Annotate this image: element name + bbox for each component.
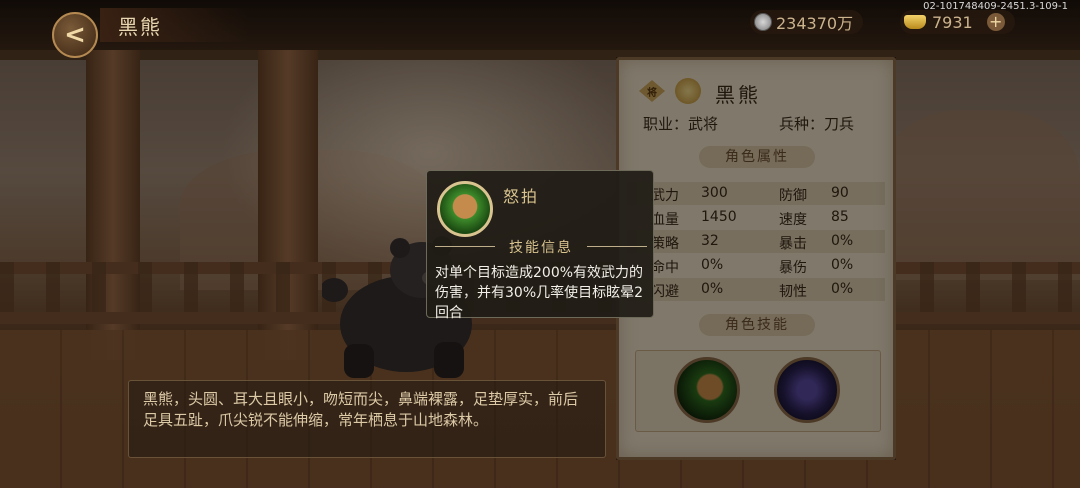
rank-badge-icon: 将 [639, 80, 665, 102]
page-title: 黑熊 [118, 15, 162, 39]
stat-row: 策略 32 暴击 0% [627, 230, 885, 253]
stat-value: 0% [831, 281, 854, 297]
description-text: 黑熊，头圆、耳大且眼小，吻短而尖，鼻端裸露，足垫厚实，前后足具五趾，爪尖锐不能伸… [143, 390, 579, 429]
stat-label: 防御 [779, 188, 807, 204]
gold-amount: 7931 [932, 12, 973, 32]
build-id: 02-101748409-2451.3-109-1 [923, 1, 1068, 12]
stat-label: 暴伤 [779, 260, 807, 276]
skills-frame [635, 350, 881, 432]
silver-amount: 234370万 [776, 14, 854, 33]
character-info-panel: 将 黑熊 职业：武将 兵种：刀兵 角色属性 武力 300 防御 90 血量 14… [616, 57, 896, 460]
stat-label: 武力 [651, 188, 679, 204]
stat-value: 0% [831, 257, 854, 273]
back-arrow-icon: < [64, 20, 86, 50]
stat-value: 90 [831, 185, 849, 201]
skills-section-title: 角色技能 [699, 314, 815, 336]
stat-value: 1450 [701, 209, 737, 225]
stat-row: 武力 300 防御 90 [627, 182, 885, 205]
divider [587, 246, 647, 247]
silver-coin-icon [754, 13, 772, 31]
stat-label: 策略 [651, 236, 679, 252]
stat-label: 血量 [651, 212, 679, 228]
skill-paw-icon [437, 181, 493, 237]
stat-label: 韧性 [779, 284, 807, 300]
skill-info-label: 技能信息 [509, 240, 573, 256]
character-troop: 兵种：刀兵 [779, 115, 855, 133]
stat-row: 命中 0% 暴伤 0% [627, 254, 885, 277]
back-button[interactable]: < [52, 12, 98, 58]
stat-label: 命中 [651, 260, 679, 276]
skill-slot-2-bear-head-icon[interactable] [774, 357, 840, 423]
stat-row: 血量 1450 速度 85 [627, 206, 885, 229]
gold-ingot-icon [904, 15, 926, 29]
gold-currency: 7931 + [900, 10, 1015, 34]
stat-label: 暴击 [779, 236, 807, 252]
stat-value: 0% [701, 257, 724, 273]
skill-slot-1-paw-icon[interactable] [674, 357, 740, 423]
stat-label: 速度 [779, 212, 807, 228]
stat-value: 0% [701, 281, 724, 297]
element-badge-icon [675, 78, 701, 104]
silver-currency: 234370万 [750, 10, 864, 34]
stat-label: 闪避 [651, 284, 679, 300]
skill-tooltip: 怒拍 技能信息 对单个目标造成200%有效武力的伤害，并有30%几率使目标眩晕2… [426, 170, 654, 321]
stat-value: 85 [831, 209, 849, 225]
skill-description: 对单个目标造成200%有效武力的伤害，并有30%几率使目标眩晕2回合 [435, 265, 644, 321]
character-description: 黑熊，头圆、耳大且眼小，吻短而尖，鼻端裸露，足垫厚实，前后足具五趾，爪尖锐不能伸… [128, 380, 606, 458]
skill-name: 怒拍 [503, 187, 540, 206]
stat-value: 300 [701, 185, 728, 201]
stat-row: 闪避 0% 韧性 0% [627, 278, 885, 301]
character-job: 职业：武将 [643, 115, 719, 133]
attributes-section-title: 角色属性 [699, 146, 815, 168]
character-name: 黑熊 [715, 83, 761, 107]
add-gold-button[interactable]: + [986, 13, 1005, 31]
stat-value: 0% [831, 233, 854, 249]
stat-value: 32 [701, 233, 719, 249]
